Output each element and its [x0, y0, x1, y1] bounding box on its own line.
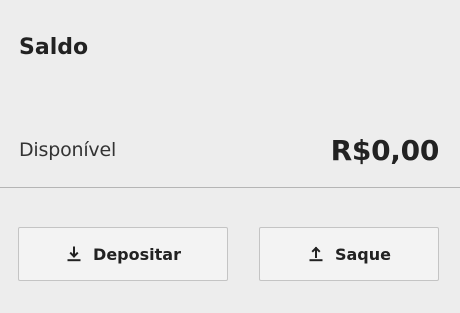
deposit-label: Depositar [93, 244, 181, 264]
withdraw-button[interactable]: Saque [259, 227, 439, 281]
divider [0, 187, 460, 188]
withdraw-label: Saque [334, 244, 391, 264]
deposit-button[interactable]: Depositar [18, 227, 228, 281]
balance-title: Saldo [19, 35, 89, 60]
upload-icon [307, 245, 325, 263]
available-amount: R$0,00 [330, 133, 440, 167]
download-icon [65, 245, 83, 263]
balance-panel: Saldo Disponível R$0,00 Depositar Saque [0, 0, 460, 313]
available-balance-row: Disponível R$0,00 [19, 130, 439, 170]
available-label: Disponível [19, 139, 117, 161]
